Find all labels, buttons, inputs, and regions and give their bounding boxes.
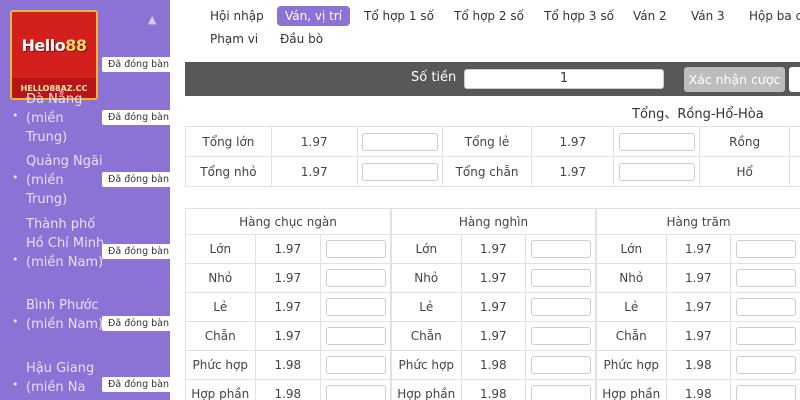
status-badge: Đã đóng bàn bbox=[102, 316, 170, 331]
bet-amount-input[interactable] bbox=[735, 240, 796, 258]
sidebar-item-label: Quảng Ngãi (miền Trung) bbox=[26, 154, 103, 207]
table-row: Lớn 1.97 bbox=[596, 234, 800, 264]
sidebar-item-label: Đà Nẵng (miền Trung) bbox=[26, 92, 83, 145]
tab-to-hop-3-so[interactable]: Tổ hợp 3 số bbox=[536, 6, 622, 26]
confirm-bet-button[interactable]: Xác nhận cược bbox=[684, 67, 785, 92]
bet-odds: 1.97 bbox=[270, 156, 358, 187]
bet-label: Tổng lớn bbox=[185, 126, 272, 157]
table-header: Hàng chục ngàn bbox=[185, 208, 391, 235]
status-badge: Đã đóng bàn bbox=[102, 57, 170, 72]
bet-odds: 1.97 bbox=[531, 156, 615, 187]
sidebar-item-label: Hậu Giang (miền Na bbox=[26, 361, 95, 395]
table-row: Hợp phần 1.98 bbox=[391, 379, 596, 400]
amount-input[interactable]: 1 bbox=[464, 69, 664, 89]
bet-amount-input[interactable] bbox=[530, 327, 591, 345]
status-badge: Đã đóng bàn bbox=[102, 377, 170, 392]
bet-amount-input[interactable] bbox=[735, 385, 796, 400]
tab-hop-ba-ch[interactable]: Hộp ba ch bbox=[741, 6, 800, 26]
main-panel: Hội nhập Ván, vị trí Tổ hợp 1 số Tổ hợp … bbox=[170, 0, 800, 400]
bet-amount-input[interactable] bbox=[361, 132, 438, 151]
table-row: Hợp phần 1.98 bbox=[596, 379, 800, 400]
chevron-up-icon[interactable]: ▲ bbox=[148, 13, 156, 26]
table-row: Lớn 1.97 bbox=[185, 234, 391, 264]
table-row: Phức hợp 1.98 bbox=[596, 350, 800, 380]
table-row: Tổng lớn 1.97 Tổng lẻ 1.97 Rồng bbox=[185, 126, 800, 157]
bet-amount-input[interactable] bbox=[618, 132, 695, 151]
bet-amount-input[interactable] bbox=[325, 385, 386, 400]
totals-table: Tổng lớn 1.97 Tổng lẻ 1.97 Rồng Tổng nhỏ… bbox=[185, 126, 800, 187]
bet-amount-input[interactable] bbox=[735, 269, 796, 287]
bet-label: Tổng nhỏ bbox=[185, 156, 272, 187]
tab-van-vi-tri[interactable]: Ván, vị trí bbox=[277, 6, 351, 26]
brand-logo: Hello88 HELLO88AZ.CC bbox=[10, 10, 98, 100]
table-row: Hợp phần 1.98 bbox=[185, 379, 391, 400]
position-table-3: Hàng trăm Lớn 1.97 Nhỏ 1.97 Lẻ 1.97 Chẵn 1.9… bbox=[596, 208, 800, 400]
table-row: Nhỏ 1.97 bbox=[596, 263, 800, 293]
table-header: Hàng trăm bbox=[596, 208, 800, 235]
bet-amount-input[interactable] bbox=[735, 356, 796, 374]
tab-dau-bo[interactable]: Đầu bò bbox=[272, 29, 331, 49]
table-row: Lẻ 1.97 bbox=[391, 292, 596, 322]
amount-label: Số tiền bbox=[411, 70, 457, 85]
table-row: Tổng nhỏ 1.97 Tổng chẵn 1.97 Hổ bbox=[185, 156, 800, 187]
tab-to-hop-2-so[interactable]: Tổ hợp 2 số bbox=[446, 6, 532, 26]
tab-van-3[interactable]: Ván 3 bbox=[683, 6, 733, 26]
table-row: Chẵn 1.97 bbox=[596, 321, 800, 351]
bet-amount-input[interactable] bbox=[530, 385, 591, 400]
bet-amount-input[interactable] bbox=[530, 240, 591, 258]
table-row: Nhỏ 1.97 bbox=[391, 263, 596, 293]
table-row: Lớn 1.97 bbox=[391, 234, 596, 264]
table-row: Phức hợp 1.98 bbox=[185, 350, 391, 380]
bet-amount-input[interactable] bbox=[530, 269, 591, 287]
table-row: Lẻ 1.97 bbox=[185, 292, 391, 322]
bet-amount-input[interactable] bbox=[735, 327, 796, 345]
status-badge: Đã đóng bàn bbox=[102, 244, 170, 259]
bet-amount-input[interactable] bbox=[325, 327, 386, 345]
amount-bar: Số tiền 1 Xác nhận cược bbox=[185, 62, 800, 96]
position-table-2: Hàng nghìn Lớn 1.97 Nhỏ 1.97 Lẻ 1.97 Chẵn 1.… bbox=[391, 208, 596, 400]
status-badge: Đã đóng bàn bbox=[102, 172, 170, 187]
table-row: Lẻ 1.97 bbox=[596, 292, 800, 322]
bet-label: Tổng lẻ bbox=[441, 126, 533, 157]
tab-van-2[interactable]: Ván 2 bbox=[625, 6, 675, 26]
sidebar: ✕ m ▲ Hello88 HELLO88AZ.CC Đã đóng bàn •… bbox=[0, 0, 170, 400]
bet-amount-input[interactable] bbox=[735, 298, 796, 316]
tab-bar: Hội nhập Ván, vị trí Tổ hợp 1 số Tổ hợp … bbox=[170, 0, 800, 60]
bet-amount-input[interactable] bbox=[361, 162, 438, 181]
bet-label: Tổng chẵn bbox=[441, 156, 533, 187]
bet-odds: 1.97 bbox=[270, 126, 358, 157]
bet-amount-input[interactable] bbox=[325, 269, 386, 287]
table-header: Hàng nghìn bbox=[391, 208, 596, 235]
tab-to-hop-1-so[interactable]: Tổ hợp 1 số bbox=[356, 6, 442, 26]
bet-amount-input[interactable] bbox=[325, 298, 386, 316]
table-row: Nhỏ 1.97 bbox=[185, 263, 391, 293]
bet-odds: 1.97 bbox=[531, 126, 615, 157]
table-row: Phức hợp 1.98 bbox=[391, 350, 596, 380]
bet-amount-input[interactable] bbox=[325, 240, 386, 258]
reset-button[interactable] bbox=[789, 67, 800, 92]
bet-amount-input[interactable] bbox=[530, 356, 591, 374]
tab-hoi-nhap[interactable]: Hội nhập bbox=[202, 6, 272, 26]
tab-pham-vi[interactable]: Phạm vi bbox=[202, 29, 266, 49]
section-title: Tổng、Rồng-Hổ-Hòa bbox=[632, 107, 764, 122]
table-row: Chẵn 1.97 bbox=[185, 321, 391, 351]
table-row: Chẵn 1.97 bbox=[391, 321, 596, 351]
bet-amount-input[interactable] bbox=[530, 298, 591, 316]
bet-label: Rồng bbox=[699, 126, 791, 157]
bet-label: Hổ bbox=[699, 156, 791, 187]
status-badge: Đã đóng bàn bbox=[102, 110, 170, 125]
bet-amount-input[interactable] bbox=[618, 162, 695, 181]
sidebar-item-label: Bình Phước (miền Nam) bbox=[26, 298, 104, 332]
position-table-1: Hàng chục ngàn Lớn 1.97 Nhỏ 1.97 Lẻ 1.97 Ch… bbox=[185, 208, 391, 400]
sidebar-item-label: Thành phố Hồ Chí Minh (miền Nam) bbox=[26, 217, 105, 270]
bet-amount-input[interactable] bbox=[325, 356, 386, 374]
